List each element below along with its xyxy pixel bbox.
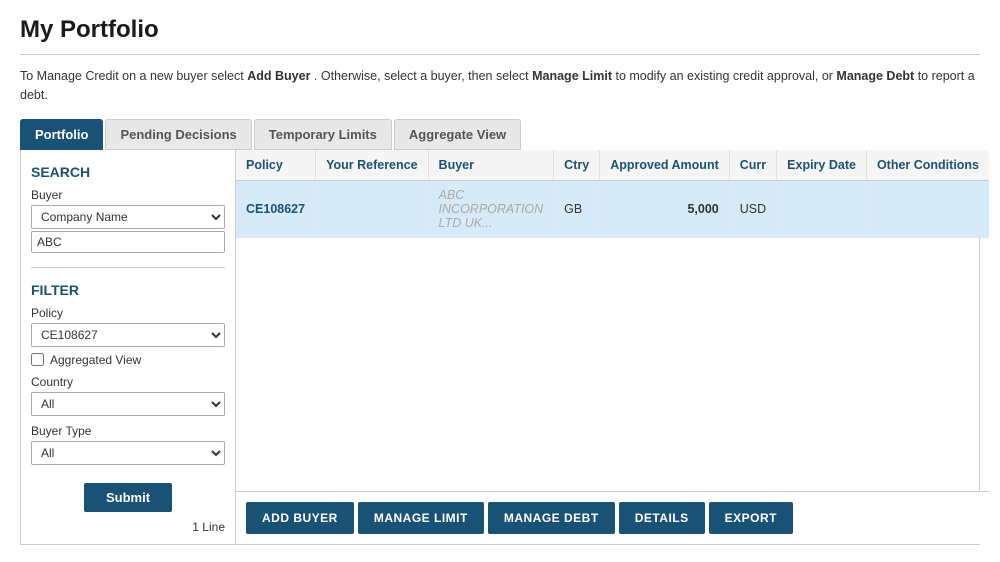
add-buyer-button[interactable]: ADD BUYER [246, 502, 354, 534]
cell-curr: USD [729, 180, 776, 237]
export-button[interactable]: EXPORT [709, 502, 793, 534]
table-wrapper: Policy Your Reference Buyer Ctry Approve… [236, 150, 989, 491]
col-expiry-date: Expiry Date [777, 150, 867, 181]
policy-label: Policy [31, 306, 225, 320]
tab-temporary-limits[interactable]: Temporary Limits [254, 119, 392, 150]
page-title: My Portfolio [20, 16, 980, 44]
table-row[interactable]: CE108627 ABC INCORPORATION LTD UK... GB … [236, 180, 989, 237]
cell-buyer: ABC INCORPORATION LTD UK... [428, 180, 554, 237]
content-area: Policy Your Reference Buyer Ctry Approve… [236, 150, 989, 544]
col-policy: Policy [236, 150, 316, 181]
tab-bar: Portfolio Pending Decisions Temporary Li… [20, 119, 980, 150]
manage-limit-button[interactable]: MANAGE LIMIT [358, 502, 484, 534]
col-ctry: Ctry [554, 150, 600, 181]
cell-your-reference [316, 180, 428, 237]
aggregated-view-checkbox[interactable] [31, 353, 44, 366]
bottom-buttons-bar: ADD BUYER MANAGE LIMIT MANAGE DEBT DETAI… [236, 491, 989, 544]
cell-expiry-date [777, 180, 867, 237]
country-dropdown[interactable]: All [31, 392, 225, 416]
buyer-type-label: Buyer Type [31, 424, 225, 438]
tab-aggregate-view[interactable]: Aggregate View [394, 119, 521, 150]
details-button[interactable]: DETAILS [619, 502, 705, 534]
tab-pending-decisions[interactable]: Pending Decisions [105, 119, 251, 150]
cell-other-conditions [866, 180, 989, 237]
col-curr: Curr [729, 150, 776, 181]
sidebar: SEARCH Buyer Company Name FILTER Policy … [21, 150, 236, 544]
col-other-conditions: Other Conditions [866, 150, 989, 181]
portfolio-table: Policy Your Reference Buyer Ctry Approve… [236, 150, 989, 238]
col-buyer: Buyer [428, 150, 554, 181]
search-input[interactable] [31, 231, 225, 253]
country-label: Country [31, 375, 225, 389]
aggregated-view-label: Aggregated View [50, 353, 141, 367]
col-approved-amount: Approved Amount [600, 150, 730, 181]
tab-portfolio[interactable]: Portfolio [20, 119, 103, 150]
cell-approved-amount: 5,000 [600, 180, 730, 237]
buyer-dropdown[interactable]: Company Name [31, 205, 225, 229]
instruction-text: To Manage Credit on a new buyer select A… [20, 67, 980, 105]
submit-button[interactable]: Submit [84, 483, 172, 512]
manage-debt-button[interactable]: MANAGE DEBT [488, 502, 615, 534]
buyer-label: Buyer [31, 188, 225, 202]
lines-info: 1 Line [31, 520, 225, 534]
col-your-reference: Your Reference [316, 150, 428, 181]
cell-ctry: GB [554, 180, 600, 237]
buyer-type-dropdown[interactable]: All [31, 441, 225, 465]
cell-policy: CE108627 [236, 180, 316, 237]
policy-dropdown[interactable]: CE108627 [31, 323, 225, 347]
filter-section-title: FILTER [31, 282, 225, 298]
search-section-title: SEARCH [31, 164, 225, 180]
